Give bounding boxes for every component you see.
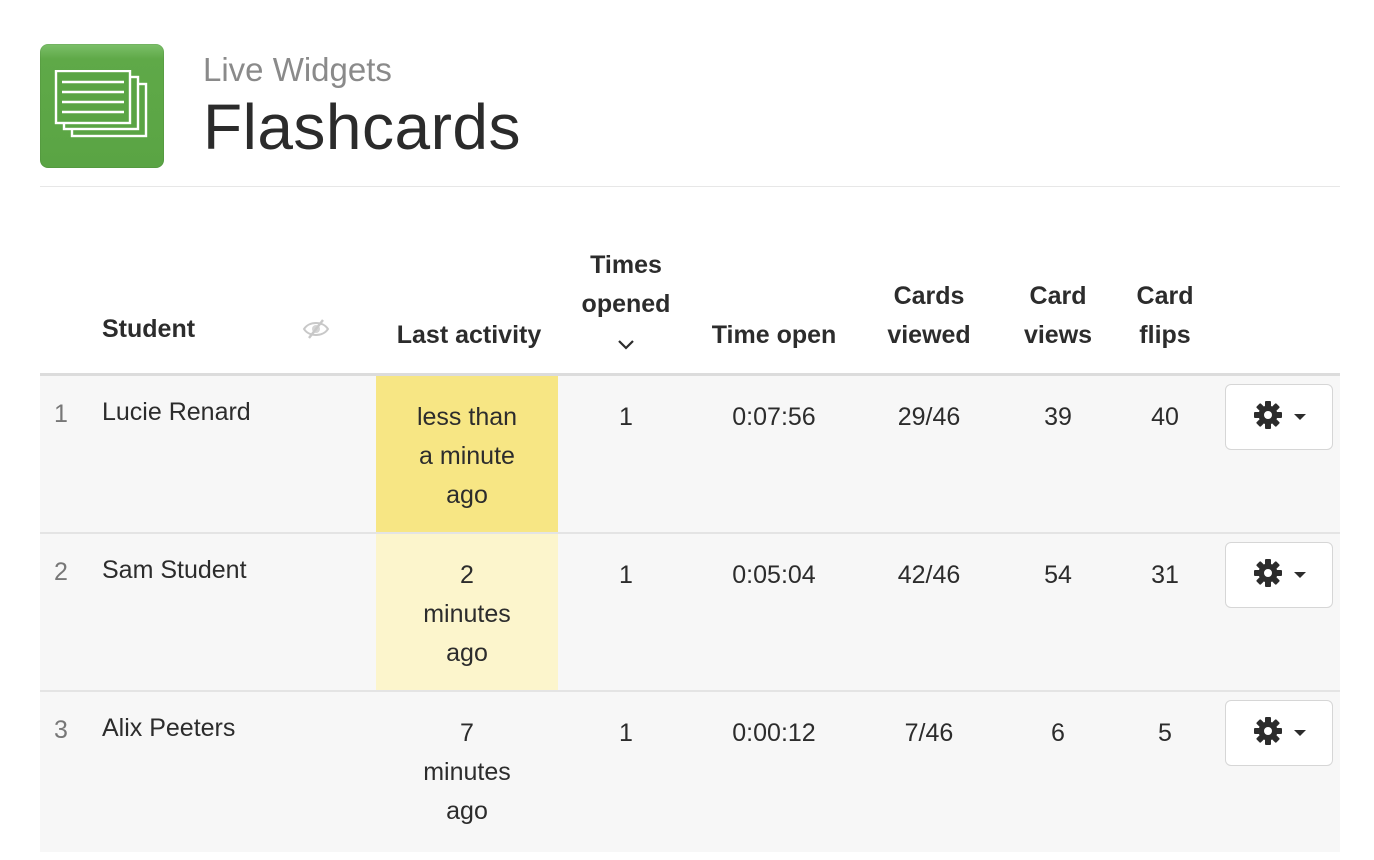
column-header-times-opened[interactable]: Times opened [560,246,692,363]
column-header-times-opened-line1: Times [590,251,662,279]
row-settings-button[interactable] [1225,384,1333,450]
table-row: 2 Sam Student 2 minutes ago 1 0:05:04 42… [40,534,1340,692]
last-activity-line: ago [446,481,488,509]
flashcards-icon [40,44,164,168]
cards-viewed-value: 29/46 [897,403,961,431]
row-number: 1 [54,400,68,428]
card-views-value: 6 [1051,719,1065,747]
caret-down-icon [1294,572,1306,578]
widget-category: Live Widgets [203,51,392,88]
student-name: Sam Student [102,556,247,584]
table-row: 1 Lucie Renard less than a minute ago 1 … [40,376,1340,534]
student-activity-table: Student Last activity Times opened Time … [40,186,1340,852]
chevron-down-icon[interactable] [560,324,692,363]
column-header-student[interactable]: Student [102,310,195,349]
student-name: Alix Peeters [102,714,236,742]
page-header: Live Widgets Flashcards [40,44,1340,187]
cards-viewed-value: 7/46 [904,719,954,747]
column-header-card-views-line1: Card [1029,282,1087,310]
row-settings-button[interactable] [1225,542,1333,608]
table-header: Student Last activity Times opened Time … [40,186,1340,376]
column-header-time-open[interactable]: Time open [692,316,856,355]
last-activity-line: 7 [460,719,474,747]
column-header-times-opened-line2: opened [581,290,671,318]
column-header-card-views[interactable]: Card views [1002,277,1114,355]
gear-icon [1252,399,1284,436]
row-number: 3 [54,716,68,744]
eye-slash-icon[interactable] [302,318,330,345]
last-activity-line: ago [446,639,488,667]
column-header-last-activity[interactable]: Last activity [378,316,560,355]
card-flips-value: 40 [1151,403,1179,431]
caret-down-icon [1294,414,1306,420]
page-title: Flashcards [203,91,521,163]
last-activity-line: less than [416,403,518,431]
cards-viewed-value: 42/46 [897,561,961,589]
card-views-value: 54 [1044,561,1072,589]
column-header-card-flips[interactable]: Card flips [1114,277,1216,355]
last-activity-cell: 2 minutes ago [376,534,558,690]
times-opened-value: 1 [619,561,633,589]
column-header-card-flips-line1: Card [1136,282,1194,310]
times-opened-value: 1 [619,403,633,431]
row-settings-button[interactable] [1225,700,1333,766]
column-header-card-views-line2: views [1023,321,1093,349]
card-views-value: 39 [1044,403,1072,431]
gear-icon [1252,557,1284,594]
column-header-cards-viewed[interactable]: Cards viewed [856,277,1002,355]
time-open-value: 0:07:56 [732,403,816,431]
column-header-cards-viewed-line1: Cards [893,282,965,310]
gear-icon [1252,715,1284,752]
times-opened-value: 1 [619,719,633,747]
last-activity-line: 2 [460,561,474,589]
last-activity-line: a minute [419,442,515,470]
card-flips-value: 5 [1158,719,1172,747]
column-header-cards-viewed-line2: viewed [887,321,971,349]
last-activity-line: minutes [423,600,511,628]
time-open-value: 0:05:04 [732,561,816,589]
student-name: Lucie Renard [102,398,251,426]
last-activity-line: ago [446,797,488,825]
table-row: 3 Alix Peeters 7 minutes ago 1 0:00:12 7… [40,692,1340,852]
row-number: 2 [54,558,68,586]
last-activity-cell: 7 minutes ago [376,692,558,852]
last-activity-cell: less than a minute ago [376,376,558,532]
card-flips-value: 31 [1151,561,1179,589]
column-header-card-flips-line2: flips [1139,321,1191,349]
caret-down-icon [1294,730,1306,736]
last-activity-line: minutes [423,758,511,786]
time-open-value: 0:00:12 [732,719,816,747]
